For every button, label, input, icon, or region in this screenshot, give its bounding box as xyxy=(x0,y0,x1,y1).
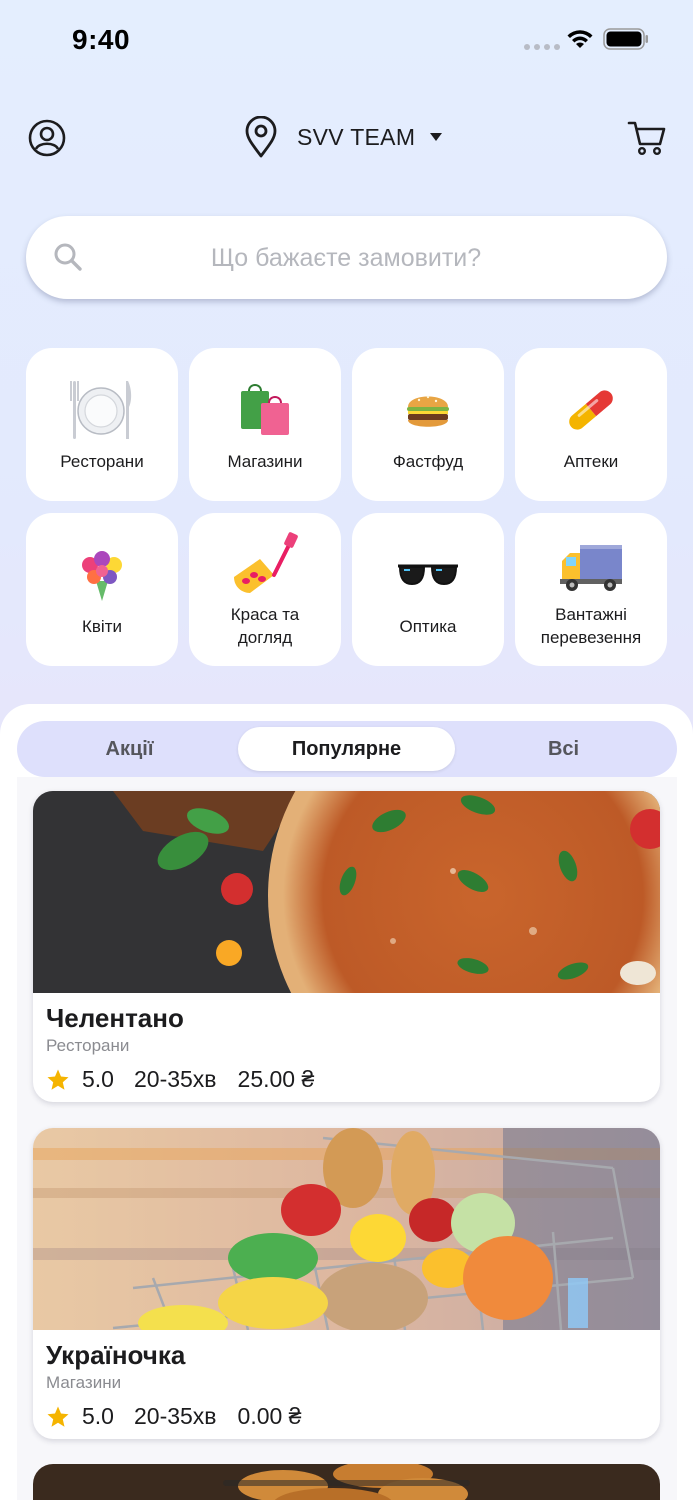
venue-category: Ресторани xyxy=(46,1036,130,1055)
category-label: Вантажні перевезення xyxy=(540,605,642,647)
venue-name: Україночка xyxy=(46,1340,186,1370)
venue-card[interactable]: Україночка Магазини 5.0 20-35хв 0.00 ₴ xyxy=(33,1128,660,1439)
venue-rating: 5.0 xyxy=(82,1403,114,1429)
home-indicator[interactable] xyxy=(223,1480,470,1486)
location-pin-icon xyxy=(245,116,277,158)
star-icon xyxy=(47,1069,69,1090)
nail-polish-icon xyxy=(234,532,298,593)
category-shops[interactable]: Магазини xyxy=(189,348,341,501)
category-label: Оптика xyxy=(399,617,457,636)
signal-icon xyxy=(524,44,560,50)
wifi-icon xyxy=(567,30,593,48)
category-optics[interactable]: Оптика xyxy=(352,513,504,666)
category-restaurants[interactable]: Ресторани xyxy=(26,348,178,501)
delivery-time: 20-35хв xyxy=(133,1066,217,1092)
app-header: SVV TEAM xyxy=(0,110,693,164)
category-flowers[interactable]: Квіти xyxy=(26,513,178,666)
venue-rating: 5.0 xyxy=(82,1066,114,1092)
tab-promotions[interactable]: Акції xyxy=(21,727,238,771)
search-input[interactable] xyxy=(106,236,586,280)
delivery-time: 20-35хв xyxy=(133,1403,217,1429)
tab-all[interactable]: Всі xyxy=(455,727,672,771)
category-freight[interactable]: Вантажні перевезення xyxy=(515,513,667,666)
battery-icon xyxy=(603,28,648,50)
delivery-price: 0.00 ₴ xyxy=(237,1403,302,1429)
delivery-price: 25.00 ₴ xyxy=(237,1066,315,1092)
category-pharmacy[interactable]: Аптеки xyxy=(515,348,667,501)
category-fastfood[interactable]: Фастфуд xyxy=(352,348,504,501)
plate-icon xyxy=(70,381,132,439)
category-label: Квіти xyxy=(82,617,122,636)
status-bar: 9:40 xyxy=(0,0,693,80)
category-beauty[interactable]: Краса та догляд xyxy=(189,513,341,666)
tab-popular[interactable]: Популярне xyxy=(238,727,455,771)
status-time: 9:40 xyxy=(72,24,131,55)
profile-icon[interactable] xyxy=(27,118,67,158)
venue-category: Магазини xyxy=(46,1373,122,1392)
venue-name: Челентано xyxy=(46,1003,184,1033)
search-icon xyxy=(54,243,82,271)
category-label: Аптеки xyxy=(563,452,619,471)
cart-icon[interactable] xyxy=(627,118,667,158)
pill-icon xyxy=(569,390,613,430)
category-label: Магазини xyxy=(227,452,303,471)
search-bar[interactable] xyxy=(26,216,667,299)
venue-card[interactable]: Челентано Ресторани 5.0 20-35хв 25.00 ₴ xyxy=(33,791,660,1102)
venue-meta: 5.0 20-35хв 25.00 ₴ xyxy=(46,1066,314,1093)
shopping-bags-icon xyxy=(241,384,289,435)
category-label: Краса та догляд xyxy=(230,605,300,647)
location-label: SVV TEAM xyxy=(297,123,416,150)
venue-meta: 5.0 20-35хв 0.00 ₴ xyxy=(46,1403,301,1430)
segmented-control: Акції Популярне Всі xyxy=(17,721,677,777)
category-label: Ресторани xyxy=(60,452,144,471)
pizza-image xyxy=(33,791,660,993)
burger-icon xyxy=(407,395,449,427)
bouquet-icon xyxy=(82,551,122,601)
sunglasses-icon xyxy=(398,564,458,586)
truck-icon xyxy=(560,545,622,591)
location-selector[interactable]: SVV TEAM xyxy=(244,114,443,160)
grocery-cart-image xyxy=(33,1128,660,1330)
category-label: Фастфуд xyxy=(392,452,464,471)
star-icon xyxy=(47,1406,69,1427)
chevron-down-icon xyxy=(430,133,443,141)
